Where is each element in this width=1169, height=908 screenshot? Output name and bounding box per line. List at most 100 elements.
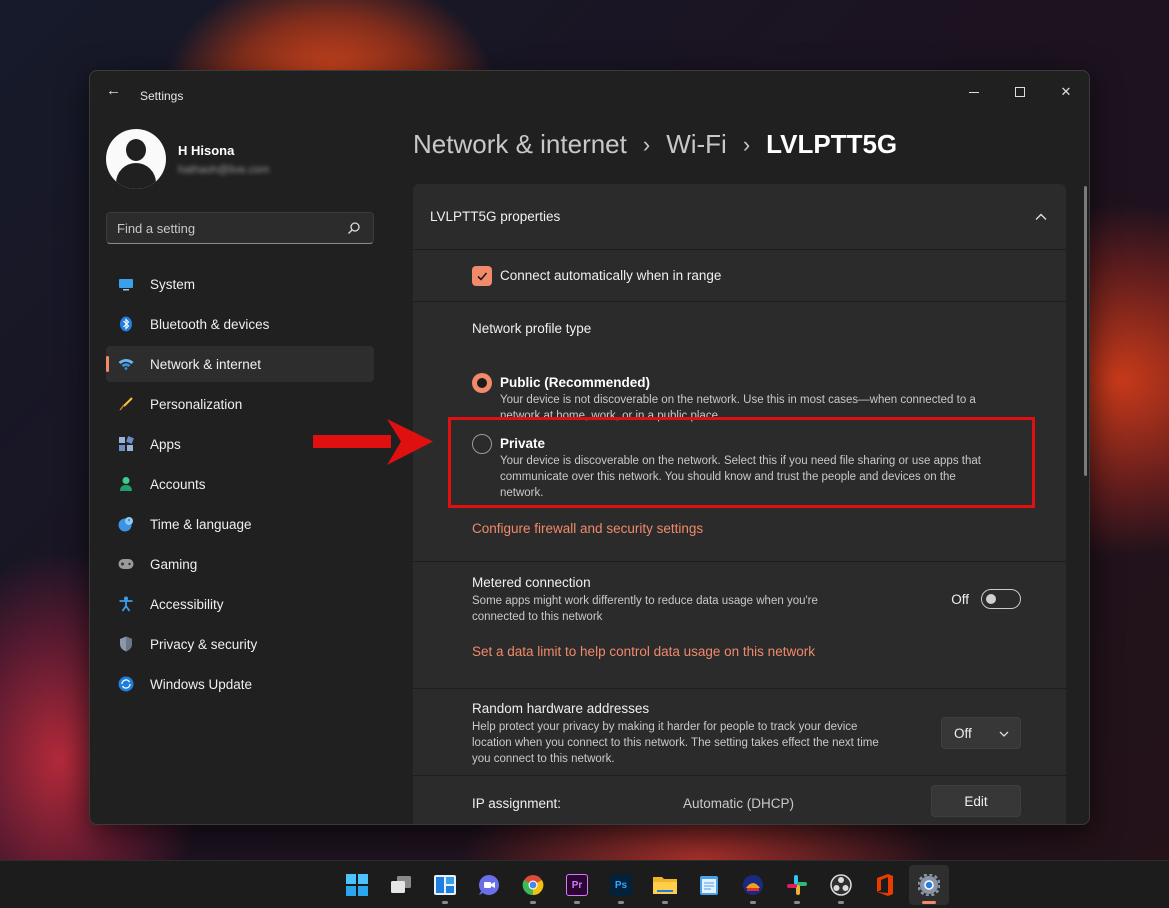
widgets-button[interactable] [425,865,465,905]
close-icon: ✕ [1060,84,1072,99]
chrome-icon [522,875,544,896]
sidebar-item-label: Apps [150,436,181,452]
sidebar-item-label: Gaming [150,556,198,572]
sidebar-item-system[interactable]: System [106,266,374,302]
settings-icon [918,874,940,896]
taskbar: Pr Ps [0,860,1169,908]
file-explorer-icon [653,877,677,894]
gamepad-icon [118,556,134,572]
page-title: LVLPTT5G [766,129,898,159]
apps-icon [118,436,134,452]
maximize-button[interactable] [997,77,1043,107]
slack-icon [787,875,807,895]
random-hw-value: Off [954,725,972,741]
sidebar-item-windows-update[interactable]: Windows Update [106,666,374,702]
sidebar-item-gaming[interactable]: Gaming [106,546,374,582]
photoshop-button[interactable]: Ps [601,865,641,905]
wifi-icon [118,356,134,372]
random-hw-desc: Help protect your privacy by making it h… [472,721,879,765]
public-option-title[interactable]: Public (Recommended) [500,375,650,390]
teams-chat-icon [479,875,499,895]
widgets-icon [434,875,456,895]
sidebar-item-label: Accessibility [150,596,224,612]
chevron-right-icon: › [742,131,751,157]
obs-icon [830,874,852,896]
sidebar-item-label: Network & internet [150,356,262,372]
sidebar-item-label: Personalization [150,396,243,412]
sidebar-item-personalization[interactable]: Personalization [106,386,374,422]
metered-connection-section: Metered connection Some apps might work … [413,562,1066,689]
sidebar-item-label: System [150,276,196,292]
obs-button[interactable] [821,865,861,905]
chat-button[interactable] [469,865,509,905]
sidebar-item-network[interactable]: Network & internet [106,346,374,382]
office-icon [877,874,893,896]
taskbar-icons: Pr Ps [337,865,953,905]
minimize-button[interactable] [951,77,997,107]
sidebar-item-bluetooth[interactable]: Bluetooth & devices [106,306,374,342]
back-arrow-icon[interactable]: ← [106,83,122,99]
data-limit-link[interactable]: Set a data limit to help control data us… [472,644,815,659]
chevron-up-icon[interactable] [1034,210,1048,224]
properties-title: LVLPTT5G properties [430,209,561,224]
settings-taskbar-button[interactable] [909,865,949,905]
sidebar-item-label: Privacy & security [150,636,258,652]
search-box[interactable] [106,212,374,244]
annotation-highlight-box [448,417,1035,508]
chevron-right-icon: › [642,131,651,157]
slack-button[interactable] [777,865,817,905]
bluetooth-icon [118,316,134,332]
close-button[interactable]: ✕ [1043,77,1089,107]
task-view-icon [391,876,411,893]
user-name: H Hisona [178,143,235,158]
profile-type-title: Network profile type [472,321,592,336]
properties-header[interactable]: LVLPTT5G properties [413,184,1066,250]
task-view-button[interactable] [381,865,421,905]
ip-edit-button[interactable]: Edit [931,785,1021,817]
search-input[interactable] [117,219,337,237]
sidebar-item-label: Bluetooth & devices [150,316,270,332]
public-radio[interactable] [472,373,492,393]
brush-icon [118,396,134,412]
avatar[interactable] [106,129,166,189]
monitor-icon [118,276,134,292]
premiere-button[interactable]: Pr [557,865,597,905]
breadcrumb-network[interactable]: Network & internet [413,129,627,160]
maximize-icon [1015,87,1025,97]
breadcrumb-wifi[interactable]: Wi-Fi [666,129,727,160]
user-email: hathaoh@live.com [178,164,270,176]
office-button[interactable] [865,865,905,905]
sidebar-item-accounts[interactable]: Accounts [106,466,374,502]
start-button[interactable] [337,865,377,905]
ip-assignment-value: Automatic (DHCP) [683,796,795,811]
update-icon [118,676,134,692]
random-hw-title: Random hardware addresses [472,701,650,716]
sidebar-item-label: Windows Update [150,676,253,692]
firewall-settings-link[interactable]: Configure firewall and security settings [472,521,703,536]
search-icon[interactable] [347,221,361,235]
person-icon [118,476,134,492]
title-bar: ← Settings ✕ [90,71,1089,111]
sidebar-item-accessibility[interactable]: Accessibility [106,586,374,622]
auto-connect-checkbox[interactable] [472,266,492,286]
metered-toggle[interactable] [981,589,1021,609]
app-button[interactable] [733,865,773,905]
checkmark-icon [477,272,488,281]
breadcrumb: Network & internet › Wi-Fi › LVLPTT5G [413,129,897,160]
sidebar-item-label: Accounts [150,476,206,492]
app-icon [743,875,763,895]
scrollbar[interactable] [1084,186,1087,476]
app-title: Settings [140,89,184,103]
annotation-arrow-icon [313,419,433,465]
random-hw-dropdown[interactable]: Off [941,717,1021,749]
shield-icon [118,636,134,652]
ip-assignment-label: IP assignment: [472,796,562,811]
notepad-button[interactable] [689,865,729,905]
auto-connect-row: Connect automatically when in range [413,250,1066,302]
chrome-button[interactable] [513,865,553,905]
metered-toggle-label: Off [951,592,969,607]
file-explorer-button[interactable] [645,865,685,905]
accessibility-icon [118,596,134,612]
sidebar-item-time-language[interactable]: Time & language [106,506,374,542]
sidebar-item-privacy[interactable]: Privacy & security [106,626,374,662]
